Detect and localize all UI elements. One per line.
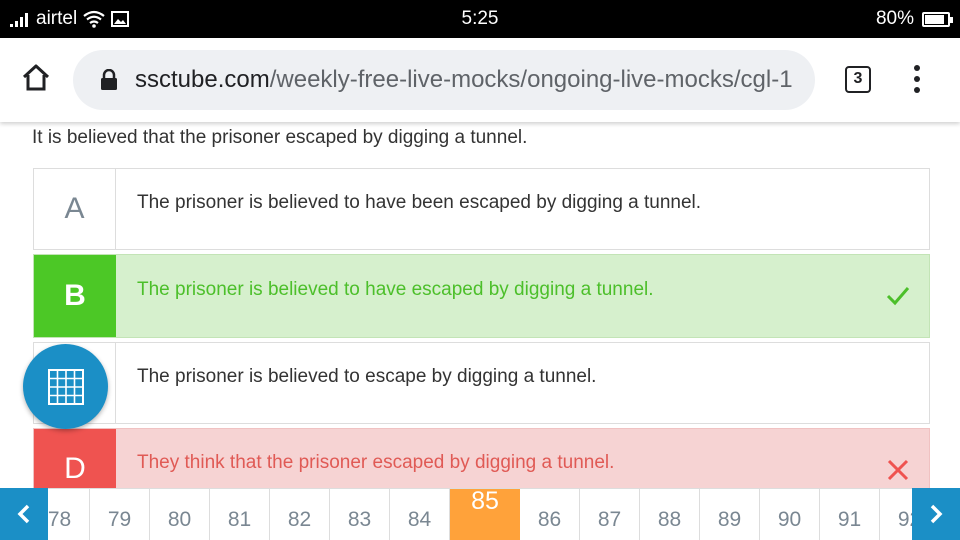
page-number-79[interactable]: 79 <box>90 489 150 540</box>
option-text: The prisoner is believed to have been es… <box>137 192 702 213</box>
clock: 5:25 <box>461 8 499 29</box>
page-number-90[interactable]: 90 <box>760 489 820 540</box>
option-text: They think that the prisoner escaped by … <box>137 452 615 473</box>
question-panel: It is believed that the prisoner escaped… <box>0 122 960 488</box>
question-grid-button[interactable] <box>23 344 108 429</box>
url-host: ssctube.com <box>135 66 270 93</box>
grid-icon <box>47 368 84 405</box>
page-number-82[interactable]: 82 <box>270 489 330 540</box>
option-c[interactable]: C The prisoner is believed to escape by … <box>33 342 930 424</box>
home-icon[interactable] <box>20 62 52 94</box>
status-right: 80% <box>875 8 953 30</box>
page-number-89[interactable]: 89 <box>700 489 760 540</box>
page-number-88[interactable]: 88 <box>640 489 700 540</box>
option-b[interactable]: B The prisoner is believed to have escap… <box>33 254 930 338</box>
option-letter: B <box>34 255 116 337</box>
next-page-button[interactable] <box>912 488 960 540</box>
overflow-menu-icon[interactable] <box>911 65 923 95</box>
chevron-right-icon <box>930 504 943 524</box>
lock-icon <box>101 69 117 90</box>
page-number-84[interactable]: 84 <box>390 489 450 540</box>
option-text: The prisoner is believed to escape by di… <box>137 366 597 387</box>
chevron-left-icon <box>17 504 30 524</box>
url-text: ssctube.com/weekly-free-live-mocks/ongoi… <box>135 66 793 94</box>
page-number-86[interactable]: 86 <box>520 489 580 540</box>
check-icon <box>886 287 910 306</box>
option-a[interactable]: A The prisoner is believed to have been … <box>33 168 930 250</box>
page-number-83[interactable]: 83 <box>330 489 390 540</box>
page-number-85[interactable]: 85 <box>450 489 520 540</box>
battery-percent: 80% <box>875 8 914 29</box>
cross-icon <box>887 459 909 481</box>
status-bar: airtel 5:25 80% <box>0 0 960 38</box>
option-letter: D <box>34 429 116 488</box>
prev-page-button[interactable] <box>0 488 48 540</box>
question-pager: 78 79 80 81 82 83 84 85 86 87 88 89 90 91 92 <box>0 488 960 540</box>
option-letter: A <box>34 169 116 249</box>
page-number-91[interactable]: 91 <box>820 489 880 540</box>
option-text: The prisoner is believed to have escaped… <box>137 279 654 300</box>
url-path: /weekly-free-live-mocks/ongoing-live-moc… <box>269 66 793 93</box>
page-number-87[interactable]: 87 <box>580 489 640 540</box>
option-d[interactable]: D They think that the prisoner escaped b… <box>33 428 930 488</box>
browser-toolbar: ssctube.com/weekly-free-live-mocks/ongoi… <box>0 38 960 122</box>
address-bar[interactable]: ssctube.com/weekly-free-live-mocks/ongoi… <box>73 50 815 110</box>
tab-switcher-button[interactable]: 3 <box>845 66 871 93</box>
question-text: It is believed that the prisoner escaped… <box>32 127 528 148</box>
page-number-80[interactable]: 80 <box>150 489 210 540</box>
battery-icon <box>922 11 953 27</box>
page-number-81[interactable]: 81 <box>210 489 270 540</box>
